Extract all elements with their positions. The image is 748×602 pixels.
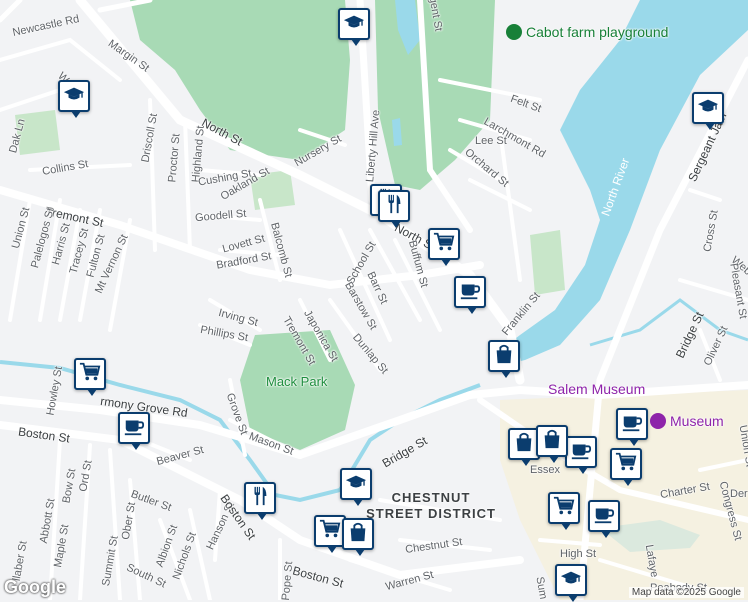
grocery-marker[interactable]	[428, 228, 460, 266]
grocery-marker[interactable]	[610, 448, 642, 486]
coffee-cup-icon	[570, 439, 592, 466]
street-label-mack-park: Mack Park	[266, 374, 328, 389]
graduation-cap-icon	[697, 95, 719, 122]
cafe-marker[interactable]	[565, 436, 597, 474]
shopping-cart-icon	[553, 495, 575, 522]
graduation-cap-icon	[345, 471, 367, 498]
coffee-cup-icon	[621, 411, 643, 438]
school-marker[interactable]	[692, 92, 724, 130]
shopping-marker[interactable]	[342, 518, 374, 556]
shopping-bag-icon	[513, 431, 535, 458]
fork-knife-icon	[383, 193, 405, 220]
school-marker[interactable]	[555, 564, 587, 602]
grocery-marker[interactable]	[548, 492, 580, 530]
shopping-cart-icon	[319, 518, 341, 545]
graduation-cap-icon	[560, 567, 582, 594]
shopping-cart-icon	[615, 451, 637, 478]
poi-label-salem-museum[interactable]: Salem Museum	[548, 381, 645, 397]
coffee-cup-icon	[593, 503, 615, 530]
google-logo: Google	[4, 577, 66, 597]
grocery-marker[interactable]	[74, 358, 106, 396]
district-label-chestnut-street: CHESTNUT STREET DISTRICT	[366, 490, 496, 521]
restaurant-marker[interactable]	[378, 190, 410, 228]
street-label-high: High St	[560, 548, 597, 560]
street-label-essex: Essex	[530, 464, 560, 476]
graduation-cap-icon	[63, 83, 85, 110]
park-area	[530, 230, 565, 295]
poi-label-museum[interactable]: Museum	[670, 413, 724, 429]
coffee-cup-icon	[123, 415, 145, 442]
shopping-marker[interactable]	[488, 340, 520, 378]
tree-icon	[506, 24, 522, 40]
school-marker[interactable]	[340, 468, 372, 506]
map-attribution[interactable]: Map data ©2025 Google	[628, 587, 744, 598]
graduation-cap-icon	[343, 11, 365, 38]
fork-knife-icon	[249, 485, 271, 512]
school-marker[interactable]	[338, 8, 370, 46]
cafe-marker[interactable]	[588, 500, 620, 538]
cafe-marker[interactable]	[118, 412, 150, 450]
shopping-cart-icon	[79, 361, 101, 388]
cafe-marker[interactable]	[616, 408, 648, 446]
cafe-marker[interactable]	[454, 276, 486, 314]
restaurant-marker[interactable]	[244, 482, 276, 520]
poi-label-cabot[interactable]: Cabot farm playground	[526, 24, 668, 40]
museum-icon	[650, 413, 666, 429]
shopping-bag-icon	[493, 343, 515, 370]
shopping-marker[interactable]	[536, 425, 568, 463]
street-label-lee: Lee St	[475, 135, 507, 147]
school-marker[interactable]	[58, 80, 90, 118]
shopping-bag-icon	[347, 521, 369, 548]
shopping-bag-icon	[541, 428, 563, 455]
street-label-der: Der	[730, 488, 748, 500]
coffee-cup-icon	[459, 279, 481, 306]
shopping-cart-icon	[433, 231, 455, 258]
